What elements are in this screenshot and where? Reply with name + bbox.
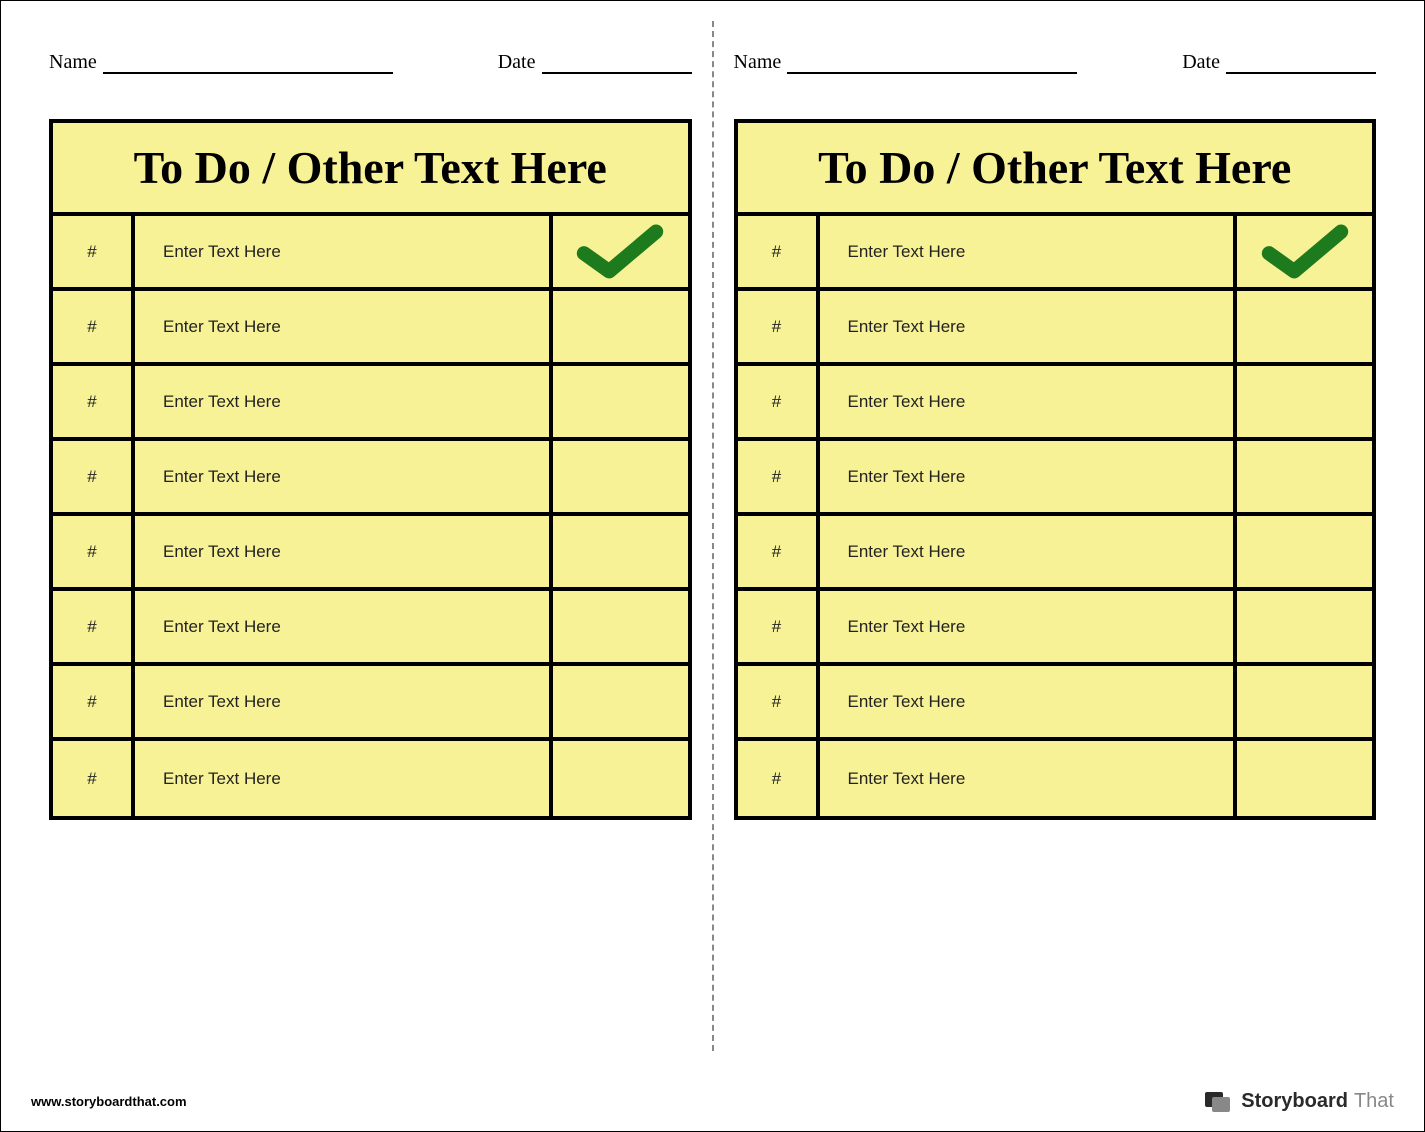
storyboard-icon bbox=[1205, 1090, 1231, 1112]
row-number[interactable]: # bbox=[53, 741, 135, 816]
table-row: #Enter Text Here bbox=[53, 741, 688, 816]
row-text[interactable]: Enter Text Here bbox=[820, 366, 1238, 437]
brand-text-1: Storyboard bbox=[1241, 1090, 1348, 1113]
meta-row: Name Date bbox=[734, 21, 1377, 119]
date-label: Date bbox=[1182, 51, 1220, 74]
date-input-line[interactable] bbox=[1226, 52, 1376, 74]
row-check[interactable] bbox=[553, 366, 688, 437]
row-number[interactable]: # bbox=[738, 291, 820, 362]
row-text[interactable]: Enter Text Here bbox=[820, 441, 1238, 512]
date-field: Date bbox=[498, 51, 692, 74]
table-row: #Enter Text Here bbox=[53, 366, 688, 441]
table-rows: #Enter Text Here#Enter Text Here#Enter T… bbox=[738, 216, 1373, 816]
name-label: Name bbox=[49, 51, 97, 74]
row-text[interactable]: Enter Text Here bbox=[135, 216, 553, 287]
footer-brand: Storyboard That bbox=[1205, 1090, 1394, 1113]
date-input-line[interactable] bbox=[542, 52, 692, 74]
row-number[interactable]: # bbox=[738, 441, 820, 512]
left-panel: Name Date To Do / Other Text Here #Enter… bbox=[31, 21, 710, 1051]
row-check[interactable] bbox=[553, 666, 688, 737]
table-row: #Enter Text Here bbox=[53, 216, 688, 291]
meta-row: Name Date bbox=[49, 21, 692, 119]
row-text[interactable]: Enter Text Here bbox=[820, 516, 1238, 587]
table-row: #Enter Text Here bbox=[53, 591, 688, 666]
row-check[interactable] bbox=[1237, 741, 1372, 816]
row-text[interactable]: Enter Text Here bbox=[135, 516, 553, 587]
title-row: To Do / Other Text Here bbox=[53, 123, 688, 216]
table-row: #Enter Text Here bbox=[738, 291, 1373, 366]
row-check[interactable] bbox=[553, 441, 688, 512]
name-field: Name bbox=[734, 51, 1078, 74]
row-text[interactable]: Enter Text Here bbox=[135, 591, 553, 662]
footer-url: www.storyboardthat.com bbox=[31, 1094, 187, 1109]
table-row: #Enter Text Here bbox=[53, 666, 688, 741]
row-check[interactable] bbox=[1237, 591, 1372, 662]
table-row: #Enter Text Here bbox=[738, 666, 1373, 741]
name-input-line[interactable] bbox=[787, 52, 1077, 74]
row-number[interactable]: # bbox=[738, 591, 820, 662]
table-row: #Enter Text Here bbox=[738, 516, 1373, 591]
row-check[interactable] bbox=[553, 291, 688, 362]
date-label: Date bbox=[498, 51, 536, 74]
row-number[interactable]: # bbox=[738, 516, 820, 587]
table-row: #Enter Text Here bbox=[738, 366, 1373, 441]
row-check[interactable] bbox=[1237, 441, 1372, 512]
row-text[interactable]: Enter Text Here bbox=[820, 216, 1238, 287]
row-number[interactable]: # bbox=[53, 516, 135, 587]
todo-table: To Do / Other Text Here #Enter Text Here… bbox=[734, 119, 1377, 820]
brand-text-2: That bbox=[1354, 1090, 1394, 1113]
table-row: #Enter Text Here bbox=[53, 291, 688, 366]
row-check[interactable] bbox=[553, 591, 688, 662]
row-number[interactable]: # bbox=[53, 666, 135, 737]
right-panel: Name Date To Do / Other Text Here #Enter… bbox=[716, 21, 1395, 1051]
row-text[interactable]: Enter Text Here bbox=[820, 291, 1238, 362]
row-number[interactable]: # bbox=[53, 291, 135, 362]
row-number[interactable]: # bbox=[738, 366, 820, 437]
row-text[interactable]: Enter Text Here bbox=[135, 366, 553, 437]
check-icon bbox=[575, 224, 665, 279]
table-row: #Enter Text Here bbox=[53, 441, 688, 516]
row-check[interactable] bbox=[1237, 516, 1372, 587]
table-rows: #Enter Text Here#Enter Text Here#Enter T… bbox=[53, 216, 688, 816]
title-row: To Do / Other Text Here bbox=[738, 123, 1373, 216]
row-check[interactable] bbox=[1237, 291, 1372, 362]
table-row: #Enter Text Here bbox=[738, 591, 1373, 666]
page-divider bbox=[712, 21, 714, 1051]
row-number[interactable]: # bbox=[53, 591, 135, 662]
row-text[interactable]: Enter Text Here bbox=[135, 741, 553, 816]
name-field: Name bbox=[49, 51, 393, 74]
check-icon bbox=[1260, 224, 1350, 279]
name-label: Name bbox=[734, 51, 782, 74]
row-text[interactable]: Enter Text Here bbox=[820, 666, 1238, 737]
row-number[interactable]: # bbox=[53, 216, 135, 287]
row-number[interactable]: # bbox=[738, 216, 820, 287]
table-row: #Enter Text Here bbox=[53, 516, 688, 591]
row-check[interactable] bbox=[1237, 216, 1372, 287]
row-text[interactable]: Enter Text Here bbox=[135, 666, 553, 737]
row-text[interactable]: Enter Text Here bbox=[135, 291, 553, 362]
row-text[interactable]: Enter Text Here bbox=[820, 741, 1238, 816]
name-input-line[interactable] bbox=[103, 52, 393, 74]
row-check[interactable] bbox=[1237, 666, 1372, 737]
todo-table: To Do / Other Text Here #Enter Text Here… bbox=[49, 119, 692, 820]
table-title[interactable]: To Do / Other Text Here bbox=[134, 142, 607, 193]
table-title[interactable]: To Do / Other Text Here bbox=[818, 142, 1291, 193]
row-check[interactable] bbox=[553, 216, 688, 287]
row-check[interactable] bbox=[553, 741, 688, 816]
row-number[interactable]: # bbox=[53, 441, 135, 512]
row-check[interactable] bbox=[553, 516, 688, 587]
row-text[interactable]: Enter Text Here bbox=[820, 591, 1238, 662]
table-row: #Enter Text Here bbox=[738, 741, 1373, 816]
row-check[interactable] bbox=[1237, 366, 1372, 437]
table-row: #Enter Text Here bbox=[738, 216, 1373, 291]
row-number[interactable]: # bbox=[53, 366, 135, 437]
page: Name Date To Do / Other Text Here #Enter… bbox=[1, 1, 1424, 1071]
date-field: Date bbox=[1182, 51, 1376, 74]
row-number[interactable]: # bbox=[738, 741, 820, 816]
row-text[interactable]: Enter Text Here bbox=[135, 441, 553, 512]
table-row: #Enter Text Here bbox=[738, 441, 1373, 516]
footer: www.storyboardthat.com Storyboard That bbox=[1, 1081, 1424, 1131]
row-number[interactable]: # bbox=[738, 666, 820, 737]
